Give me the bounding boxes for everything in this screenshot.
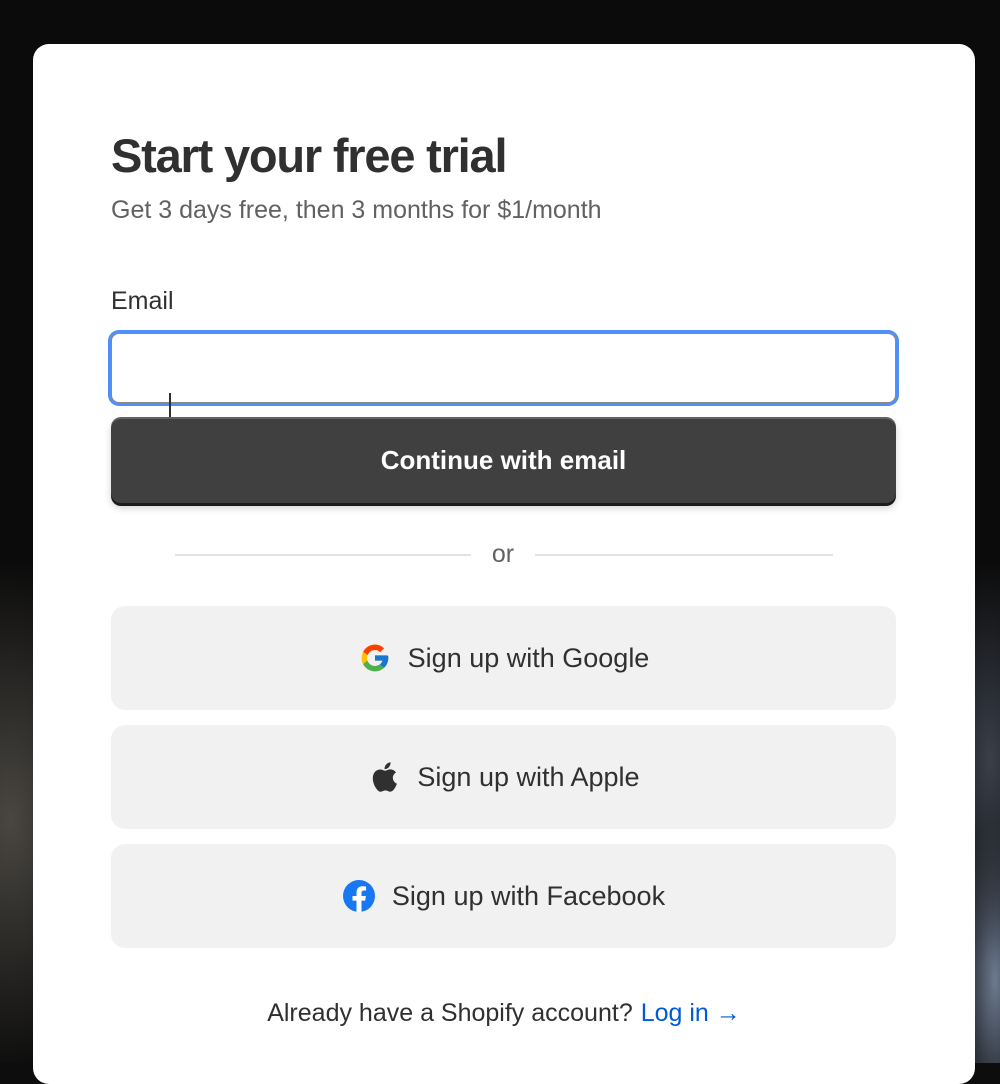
sign-up-facebook-button[interactable]: Sign up with Facebook xyxy=(111,844,896,948)
trial-subtitle: Get 3 days free, then 3 months for $1/mo… xyxy=(111,196,602,224)
facebook-button-label: Sign up with Facebook xyxy=(391,880,666,911)
google-icon xyxy=(358,641,392,675)
apple-icon xyxy=(367,760,401,794)
login-prompt-text: Already have a Shopify account? xyxy=(267,999,633,1027)
log-in-link[interactable]: Log in → xyxy=(641,999,741,1027)
email-field[interactable] xyxy=(111,333,896,403)
divider-or-text: or xyxy=(491,540,515,568)
continue-with-email-button[interactable]: Continue with email xyxy=(111,417,896,503)
email-label: Email xyxy=(111,287,174,315)
divider-line-left xyxy=(175,554,471,556)
sign-up-google-button[interactable]: Sign up with Google xyxy=(111,606,896,710)
google-button-label: Sign up with Google xyxy=(407,642,650,673)
facebook-icon xyxy=(342,879,376,913)
divider-line-right xyxy=(535,554,833,556)
sign-up-apple-button[interactable]: Sign up with Apple xyxy=(111,725,896,829)
apple-button-label: Sign up with Apple xyxy=(417,761,640,792)
page-title: Start your free trial xyxy=(111,129,508,182)
login-prompt: Already have a Shopify account? Log in → xyxy=(33,997,975,1029)
signup-card: Start your free trial Get 3 days free, t… xyxy=(33,44,975,1084)
